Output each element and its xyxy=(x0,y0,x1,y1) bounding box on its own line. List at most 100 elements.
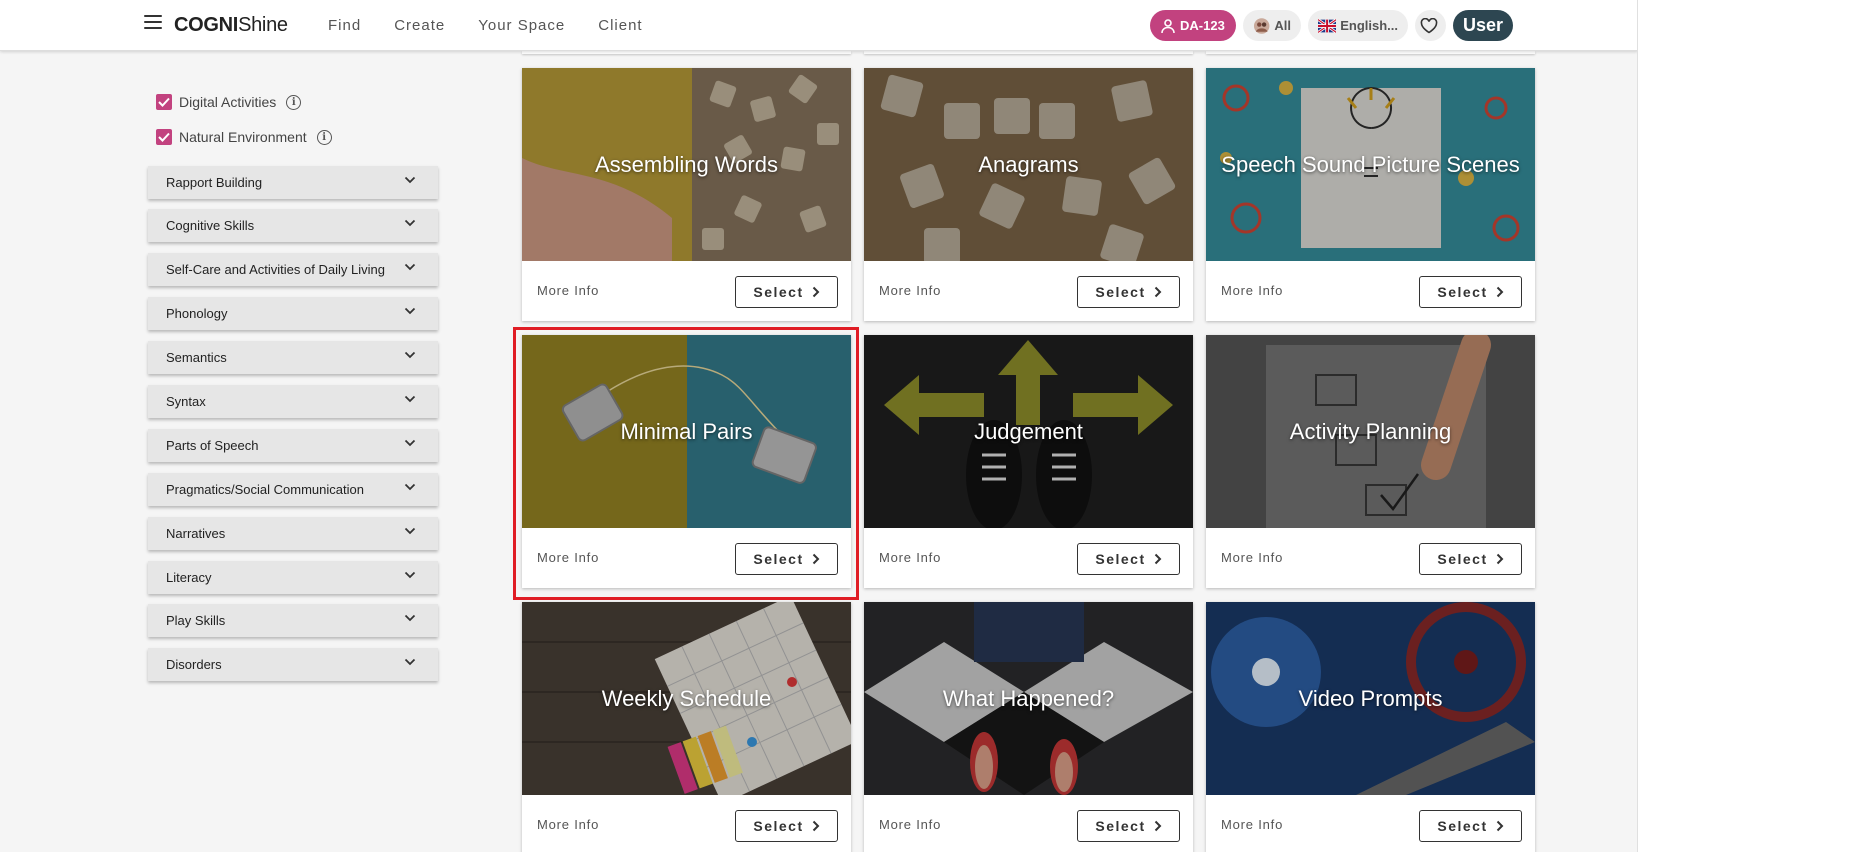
category-label: Phonology xyxy=(166,306,228,321)
category-syntax[interactable]: Syntax xyxy=(148,385,438,418)
select-label: Select xyxy=(1437,284,1488,300)
chevron-down-icon xyxy=(404,219,416,227)
activity-card: Judgement More Info Select xyxy=(864,335,1193,588)
activity-card: What Happened? More Info Select xyxy=(864,602,1193,852)
card-stub xyxy=(864,51,1193,54)
card-title: Assembling Words xyxy=(595,151,778,177)
category-pragmatics[interactable]: Pragmatics/Social Communication xyxy=(148,473,438,506)
select-button[interactable]: Select xyxy=(735,276,838,308)
chevron-right-icon xyxy=(812,820,820,832)
card-title: Anagrams xyxy=(978,151,1079,177)
select-button[interactable]: Select xyxy=(1419,543,1522,575)
chevron-right-icon xyxy=(1154,286,1162,298)
category-phonology[interactable]: Phonology xyxy=(148,297,438,330)
client-filter-label: All xyxy=(1274,18,1291,33)
category-label: Narratives xyxy=(166,526,226,541)
more-info-link[interactable]: More Info xyxy=(879,550,941,565)
chevron-right-icon xyxy=(1496,286,1504,298)
more-info-link[interactable]: More Info xyxy=(879,817,941,832)
activity-card: Video Prompts More Info Select xyxy=(1206,602,1535,852)
user-label: User xyxy=(1462,15,1504,35)
hamburger-menu-icon[interactable] xyxy=(144,15,162,33)
user-menu-button[interactable]: User xyxy=(1453,10,1513,41)
chevron-down-icon xyxy=(404,571,416,579)
digital-activities-label: Digital Activities xyxy=(179,94,277,110)
language-label: English... xyxy=(1340,18,1398,33)
chevron-down-icon xyxy=(404,527,416,535)
category-literacy[interactable]: Literacy xyxy=(148,561,438,594)
category-rapport-building[interactable]: Rapport Building xyxy=(148,166,438,199)
select-button[interactable]: Select xyxy=(1077,543,1180,575)
filter-natural-environment: Natural Environment i xyxy=(156,129,332,145)
category-label: Cognitive Skills xyxy=(166,218,255,233)
select-label: Select xyxy=(1095,284,1146,300)
select-label: Select xyxy=(1437,551,1488,567)
filter-digital-activities: Digital Activities i xyxy=(156,94,302,110)
logo-light-text: Shine xyxy=(238,14,288,36)
category-self-care[interactable]: Self-Care and Activities of Daily Living xyxy=(148,253,438,286)
nav-client[interactable]: Client xyxy=(598,17,642,34)
card-title: Judgement xyxy=(974,418,1083,444)
more-info-link[interactable]: More Info xyxy=(1221,817,1283,832)
app-window: COGNIShine Find Create Your Space Client… xyxy=(0,0,1638,852)
activity-card: Anagrams More Info Select xyxy=(864,68,1193,321)
natural-environment-checkbox[interactable] xyxy=(156,129,172,145)
category-disorders[interactable]: Disorders xyxy=(148,648,438,681)
heart-icon xyxy=(1420,17,1437,33)
category-play-skills[interactable]: Play Skills xyxy=(148,604,438,637)
profile-code-label: DA-123 xyxy=(1180,18,1225,33)
nav-find[interactable]: Find xyxy=(328,17,361,34)
category-label: Literacy xyxy=(166,570,212,585)
nav-your-space[interactable]: Your Space xyxy=(478,17,565,34)
main-nav: Find Create Your Space Client xyxy=(328,17,676,34)
client-filter-button[interactable]: All xyxy=(1243,10,1301,41)
category-label: Pragmatics/Social Communication xyxy=(166,482,364,497)
category-cognitive-skills[interactable]: Cognitive Skills xyxy=(148,209,438,242)
card-title: Video Prompts xyxy=(1298,685,1443,711)
activity-card: Weekly Schedule More Info Select xyxy=(522,602,851,852)
chevron-down-icon xyxy=(404,614,416,622)
cognishine-logo[interactable]: COGNIShine xyxy=(174,14,288,37)
select-button[interactable]: Select xyxy=(735,810,838,842)
language-selector[interactable]: English... xyxy=(1308,10,1408,41)
chevron-down-icon xyxy=(404,176,416,184)
select-button[interactable]: Select xyxy=(1077,810,1180,842)
digital-activities-checkbox[interactable] xyxy=(156,94,172,110)
category-label: Rapport Building xyxy=(166,175,263,190)
category-parts-of-speech[interactable]: Parts of Speech xyxy=(148,429,438,462)
card-title: What Happened? xyxy=(942,685,1115,711)
chevron-right-icon xyxy=(1154,553,1162,565)
info-icon[interactable]: i xyxy=(286,94,302,110)
category-label: Semantics xyxy=(166,350,227,365)
select-button[interactable]: Select xyxy=(1419,276,1522,308)
header-actions: DA-123 All English... User xyxy=(1150,10,1520,41)
more-info-link[interactable]: More Info xyxy=(537,817,599,832)
category-semantics[interactable]: Semantics xyxy=(148,341,438,374)
chevron-down-icon xyxy=(404,307,416,315)
select-label: Select xyxy=(1437,818,1488,834)
nav-create[interactable]: Create xyxy=(394,17,445,34)
info-icon[interactable]: i xyxy=(316,129,332,145)
more-info-link[interactable]: More Info xyxy=(879,283,941,298)
chevron-down-icon xyxy=(404,395,416,403)
activity-card: Activity Planning More Info Select xyxy=(1206,335,1535,588)
chevron-right-icon xyxy=(1496,820,1504,832)
category-label: Self-Care and Activities of Daily Living xyxy=(166,262,385,277)
select-button[interactable]: Select xyxy=(1419,810,1522,842)
chevron-down-icon xyxy=(404,439,416,447)
category-label: Disorders xyxy=(166,657,222,672)
select-label: Select xyxy=(1095,551,1146,567)
activity-card: Assembling Words More Info Select xyxy=(522,68,851,321)
profile-code-button[interactable]: DA-123 xyxy=(1150,10,1236,41)
selection-highlight xyxy=(513,327,859,600)
favorites-button[interactable] xyxy=(1415,10,1446,41)
category-narratives[interactable]: Narratives xyxy=(148,517,438,550)
select-button[interactable]: Select xyxy=(1077,276,1180,308)
person-icon xyxy=(1161,18,1175,33)
more-info-link[interactable]: More Info xyxy=(1221,550,1283,565)
more-info-link[interactable]: More Info xyxy=(1221,283,1283,298)
category-label: Parts of Speech xyxy=(166,438,259,453)
card-title: Weekly Schedule xyxy=(601,685,772,711)
more-info-link[interactable]: More Info xyxy=(537,283,599,298)
chevron-down-icon xyxy=(404,351,416,359)
